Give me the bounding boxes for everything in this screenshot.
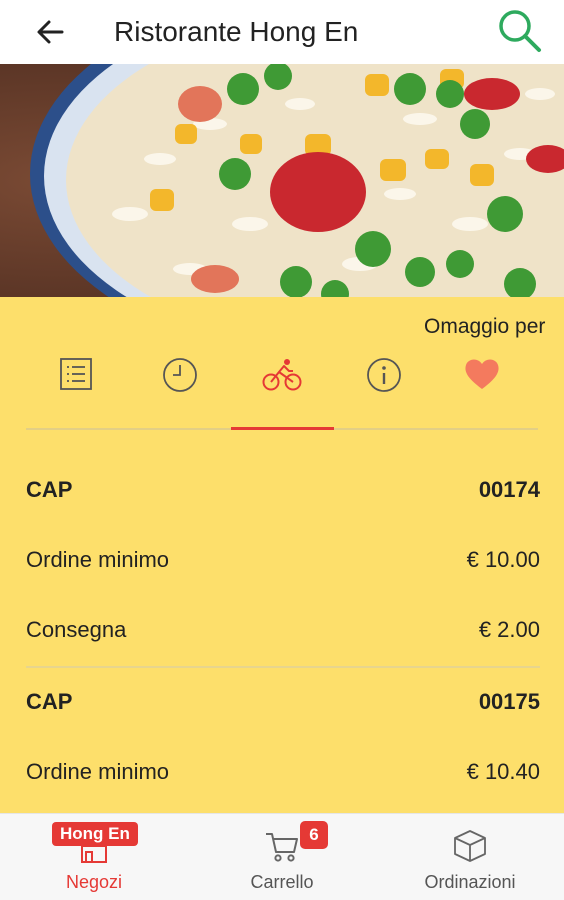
back-button[interactable]	[30, 12, 70, 52]
tab-hours[interactable]	[130, 349, 230, 429]
active-tab-indicator	[231, 427, 334, 430]
nav-cart-label: Carrello	[250, 872, 314, 892]
min-order-label: Ordine minimo	[26, 759, 170, 784]
delivery-fee-label: Consegna	[26, 617, 127, 642]
restaurant-photo[interactable]	[0, 64, 564, 297]
cap-label: CAP	[26, 477, 73, 502]
heart-icon	[465, 359, 499, 389]
nav-cart[interactable]: Carrello	[188, 814, 376, 900]
menu-list-icon	[60, 358, 92, 390]
fried-rice-image	[0, 64, 564, 297]
zone-divider	[26, 666, 540, 668]
min-order-label: Ordine minimo	[26, 547, 170, 572]
restaurant-info-panel: Omaggio per CAP 00174 Ordine minimo € 10…	[0, 297, 564, 813]
nav-orders[interactable]: Ordinazioni	[376, 814, 564, 900]
nav-stores[interactable]: Hong En Negozi	[0, 814, 188, 900]
zone-cap-row: CAP 00175	[26, 682, 540, 722]
zone-delivery-fee-row: Consegna € 2.00	[26, 610, 540, 650]
nav-orders-label: Ordinazioni	[424, 872, 516, 892]
cap-value: 00174	[478, 477, 540, 502]
promo-marquee: Omaggio per	[424, 315, 546, 338]
search-icon	[499, 10, 541, 52]
clock-icon	[163, 358, 197, 392]
box-icon	[454, 830, 486, 862]
delivery-fee-value: € 2.00	[478, 617, 540, 642]
bottom-navigation: Hong En Negozi Carrello 6 Ordinazioni	[0, 813, 564, 900]
store-name-badge: Hong En	[52, 822, 138, 846]
zone-min-order-row: Ordine minimo € 10.40	[26, 752, 540, 792]
info-icon	[367, 358, 401, 392]
cart-count-badge: 6	[300, 821, 328, 849]
tab-favorite[interactable]	[432, 349, 532, 429]
tab-delivery[interactable]	[232, 349, 332, 429]
info-tabs	[26, 349, 538, 429]
tab-menu[interactable]	[26, 349, 126, 429]
zone-cap-row: CAP 00174	[26, 470, 540, 510]
min-order-value: € 10.00	[466, 547, 540, 572]
search-button[interactable]	[494, 6, 546, 58]
page-title: Ristorante Hong En	[114, 16, 359, 47]
bicycle-icon	[262, 359, 302, 391]
cap-value: 00175	[478, 689, 540, 714]
zone-min-order-row: Ordine minimo € 10.00	[26, 540, 540, 580]
tab-info[interactable]	[334, 349, 434, 429]
app-header: Ristorante Hong En	[0, 0, 564, 64]
cap-label: CAP	[26, 689, 73, 714]
arrow-left-icon	[37, 20, 64, 44]
cart-icon	[266, 833, 298, 862]
min-order-value: € 10.40	[466, 759, 540, 784]
nav-stores-label: Negozi	[65, 872, 123, 892]
